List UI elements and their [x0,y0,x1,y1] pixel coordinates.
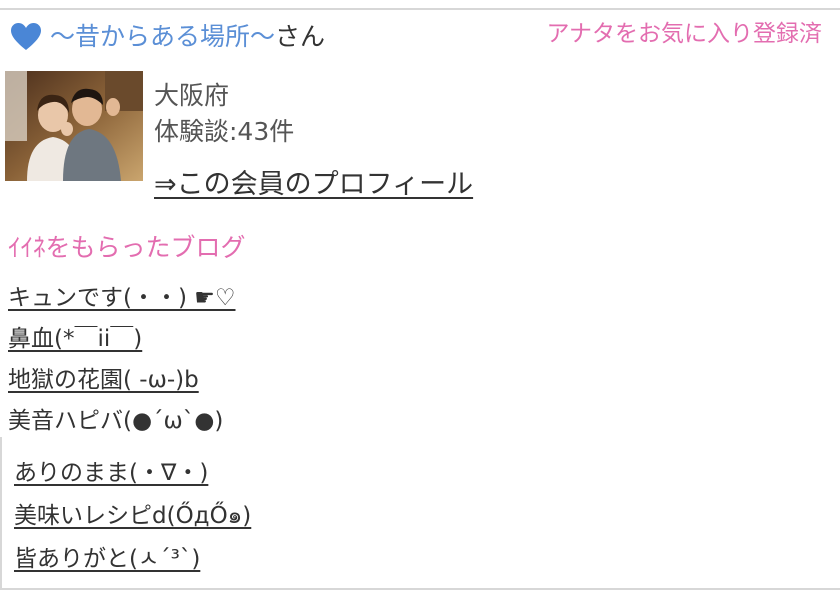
list-item: 美音ハピバ(●´ω`●) [8,401,236,442]
blog-link[interactable]: ありのまま(・∇・) [14,460,208,486]
heart-icon [11,23,41,50]
liked-blogs-title: ｲｲﾈをもらったブログ [8,233,246,262]
list-item: 地獄の花園( -ω-)b [8,360,236,401]
blog-title-text[interactable]: 美音ハピバ(●´ω`●) [8,408,223,434]
profile-info: 大阪府 体験談:43件 [154,78,294,150]
liked-blogs-list-more: ありのまま(・∇・) 美味いレシピd(ŐдŐ๑) 皆ありがと(ㅅ´³`) [14,452,251,581]
blog-link[interactable]: キュンです(・・) ☛♡ [8,285,236,311]
section-divider [0,437,2,588]
list-item: 美味いレシピd(ŐдŐ๑) [14,495,251,538]
favorite-status[interactable]: アナタをお気に入り登録済 [546,18,822,50]
blog-link[interactable]: 美味いレシピd(ŐдŐ๑) [14,503,251,529]
list-item: 皆ありがと(ㅅ´³`) [14,538,251,581]
member-name-text[interactable]: 〜昔からある場所〜 [50,22,275,51]
member-header: 〜昔からある場所〜さん アナタをお気に入り登録済 [8,18,828,58]
member-name: 〜昔からある場所〜さん [50,20,325,54]
blog-link[interactable]: 鼻血(*￣ii￣) [8,326,142,352]
list-item: ありのまま(・∇・) [14,452,251,495]
member-photo [5,71,143,181]
liked-blogs-list: キュンです(・・) ☛♡ 鼻血(*￣ii￣) 地獄の花園( -ω-)b 美音ハピ… [8,278,236,442]
blog-link[interactable]: 皆ありがと(ㅅ´³`) [14,546,200,572]
profile-link[interactable]: ⇒この会員のプロフィール [154,166,473,204]
top-divider [0,8,840,10]
experience-count: 体験談:43件 [154,117,295,146]
prefecture: 大阪府 [154,81,230,110]
member-name-suffix: さん [275,22,326,51]
blog-link[interactable]: 地獄の花園( -ω-)b [8,367,199,393]
avatar[interactable] [5,71,143,181]
list-item: 鼻血(*￣ii￣) [8,319,236,360]
bottom-divider [0,588,840,590]
list-item: キュンです(・・) ☛♡ [8,278,236,319]
